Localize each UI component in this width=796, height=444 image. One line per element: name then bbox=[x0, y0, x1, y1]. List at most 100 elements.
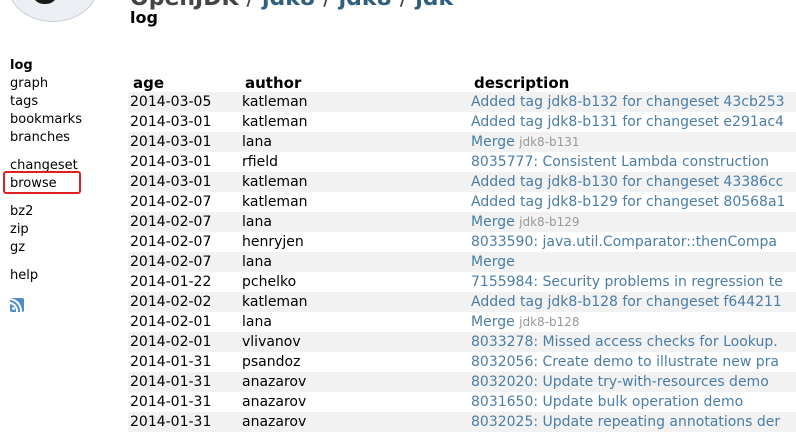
row-description-cell: 8032020: Update try-with-resources demo bbox=[469, 372, 796, 392]
column-header-author: author bbox=[245, 74, 302, 92]
row-description-cell: Added tag jdk8-b130 for changeset 43386c… bbox=[469, 172, 796, 192]
changeset-description-link[interactable]: Added tag jdk8-b131 for changeset e291ac… bbox=[471, 114, 784, 130]
rss-feed-icon[interactable] bbox=[10, 298, 24, 312]
row-author-cell: katleman bbox=[242, 194, 308, 210]
row-age-cell: 2014-02-01 bbox=[130, 314, 212, 330]
changeset-description-link[interactable]: 8035777: Consistent Lambda construction bbox=[471, 154, 769, 170]
row-author-cell: lana bbox=[240, 212, 469, 232]
row-author-cell: katleman bbox=[242, 114, 308, 130]
table-row: 2014-02-07 lana Merge jdk8-b129 bbox=[128, 212, 796, 232]
changeset-description-link[interactable]: 8032056: Create demo to illustrate new p… bbox=[471, 354, 779, 370]
changeset-description-link[interactable]: 8032025: Update repeating annotations de… bbox=[471, 414, 780, 430]
row-author-cell: anazarov bbox=[240, 412, 469, 432]
breadcrumb-link[interactable]: jdk8 bbox=[262, 0, 315, 11]
sidebar-item-graph[interactable]: graph bbox=[10, 76, 48, 92]
changeset-description-link[interactable]: Merge bbox=[471, 254, 515, 270]
changeset-description-link[interactable]: Added tag jdk8-b132 for changeset 43cb25… bbox=[471, 94, 785, 110]
changeset-description-link[interactable]: Merge bbox=[471, 314, 515, 330]
row-author-cell: psandoz bbox=[242, 354, 301, 370]
row-description-cell: 8033590: java.util.Comparator::thenCompa bbox=[469, 232, 796, 252]
table-row: 2014-03-01 lana Merge jdk8-b131 bbox=[128, 132, 796, 152]
row-age-cell: 2014-01-31 bbox=[130, 354, 212, 370]
changeset-description-link[interactable]: Added tag jdk8-b129 for changeset 80568a… bbox=[471, 194, 785, 210]
changeset-description-link[interactable]: 8031650: Update bulk operation demo bbox=[471, 394, 743, 410]
row-age-cell: 2014-03-01 bbox=[128, 132, 240, 152]
column-header-age: age bbox=[133, 74, 165, 92]
row-description-cell: Added tag jdk8-b131 for changeset e291ac… bbox=[469, 112, 796, 132]
table-row: 2014-03-05 katleman Added tag jdk8-b132 fo… bbox=[128, 92, 796, 112]
row-description-cell: Added tag jdk8-b132 for changeset 43cb25… bbox=[469, 92, 796, 112]
breadcrumb-separator: / bbox=[400, 0, 407, 11]
changelog-table: age author description 2014-03-05 katlema… bbox=[128, 74, 796, 432]
row-age-cell: 2014-02-01 bbox=[128, 332, 240, 352]
table-row: 2014-01-31 anazarov 8032020: Update try-wi… bbox=[128, 372, 796, 392]
row-age-cell: 2014-01-31 bbox=[130, 394, 212, 410]
sidebar-item-log[interactable]: log bbox=[10, 58, 33, 74]
column-header-description: description bbox=[474, 74, 570, 92]
table-header-row: age author description bbox=[128, 74, 796, 92]
row-age-cell: 2014-03-01 bbox=[130, 114, 212, 130]
sidebar-item-help[interactable]: help bbox=[10, 268, 38, 284]
row-author-cell: katleman bbox=[240, 172, 469, 192]
table-row: 2014-01-31 psandoz 8032056: Create demo to… bbox=[128, 352, 796, 372]
sidebar-item-zip[interactable]: zip bbox=[10, 222, 29, 238]
row-age-cell: 2014-03-01 bbox=[130, 154, 212, 170]
row-author-cell: rfield bbox=[242, 154, 278, 170]
row-author-cell: henryjen bbox=[242, 234, 304, 250]
breadcrumb: OpenJDK/jdk8/jdk8/jdk bbox=[130, 0, 453, 11]
row-description-cell: 7155984: Security problems in regression… bbox=[469, 272, 796, 292]
row-author-cell: lana bbox=[240, 132, 469, 152]
breadcrumb-link[interactable]: jdk8 bbox=[339, 0, 392, 11]
row-description-cell: 8032025: Update repeating annotations de… bbox=[469, 412, 796, 432]
row-author-cell: vlivanov bbox=[240, 332, 469, 352]
sidebar-item-branches[interactable]: branches bbox=[10, 130, 70, 146]
row-description-cell: 8035777: Consistent Lambda construction bbox=[469, 152, 796, 172]
table-row: 2014-03-01 katleman Added tag jdk8-b130 fo… bbox=[128, 172, 796, 192]
row-description-cell: Merge jdk8-b131 bbox=[469, 132, 796, 152]
table-row: 2014-02-01 vlivanov 8033278: Missed access… bbox=[128, 332, 796, 352]
row-description-cell: Added tag jdk8-b128 for changeset f64421… bbox=[469, 292, 796, 312]
row-age-cell: 2014-02-07 bbox=[130, 194, 212, 210]
logo-disc bbox=[8, 0, 98, 22]
row-description-cell: Added tag jdk8-b129 for changeset 80568a… bbox=[469, 192, 796, 212]
row-age-cell: 2014-03-01 bbox=[128, 172, 240, 192]
table-row: 2014-01-31 anazarov 8031650: Update bulk o… bbox=[128, 392, 796, 412]
changeset-description-link[interactable]: 8033278: Missed access checks for Lookup… bbox=[471, 334, 778, 350]
changeset-description-link[interactable]: 7155984: Security problems in regression… bbox=[471, 274, 783, 290]
openjdk-logo[interactable] bbox=[0, 0, 98, 24]
changeset-description-link[interactable]: Merge bbox=[471, 134, 515, 150]
row-author-cell: lana bbox=[240, 252, 469, 272]
changeset-description-link[interactable]: Added tag jdk8-b130 for changeset 43386c… bbox=[471, 174, 783, 190]
browse-highlight bbox=[3, 171, 81, 194]
row-age-cell: 2014-02-07 bbox=[128, 252, 240, 272]
row-author-cell: anazarov bbox=[240, 372, 469, 392]
table-row: 2014-03-01 rfield 8035777: Consistent Lamb… bbox=[128, 152, 796, 172]
table-row: 2014-03-01 katleman Added tag jdk8-b131 fo… bbox=[128, 112, 796, 132]
row-author-cell: anazarov bbox=[242, 394, 307, 410]
changeset-description-link[interactable]: Added tag jdk8-b128 for changeset f64421… bbox=[471, 294, 782, 310]
changeset-tag-label: jdk8-b128 bbox=[519, 315, 580, 329]
sidebar-item-gz[interactable]: gz bbox=[10, 240, 25, 256]
breadcrumb-separator: / bbox=[323, 0, 330, 11]
changeset-tag-label: jdk8-b131 bbox=[519, 135, 580, 149]
row-description-cell: Merge bbox=[469, 252, 796, 272]
table-row: 2014-02-07 lana Merge bbox=[128, 252, 796, 272]
row-author-cell: lana bbox=[242, 314, 272, 330]
table-row: 2014-02-07 katleman Added tag jdk8-b129 fo… bbox=[128, 192, 796, 212]
breadcrumb-link[interactable]: jdk bbox=[415, 0, 453, 11]
sidebar-item-bz2[interactable]: bz2 bbox=[10, 204, 33, 220]
table-row: 2014-02-07 henryjen 8033590: java.util.Com… bbox=[128, 232, 796, 252]
sidebar-item-tags[interactable]: tags bbox=[10, 94, 38, 110]
row-author-cell: katleman bbox=[240, 92, 469, 112]
row-age-cell: 2014-02-07 bbox=[130, 234, 212, 250]
breadcrumb-separator: / bbox=[247, 0, 254, 11]
sidebar-item-bookmarks[interactable]: bookmarks bbox=[10, 112, 82, 128]
row-age-cell: 2014-01-31 bbox=[128, 412, 240, 432]
row-age-cell: 2014-02-07 bbox=[128, 212, 240, 232]
changeset-description-link[interactable]: Merge bbox=[471, 214, 515, 230]
row-description-cell: Merge jdk8-b129 bbox=[469, 212, 796, 232]
changeset-description-link[interactable]: 8032020: Update try-with-resources demo bbox=[471, 374, 769, 390]
changeset-description-link[interactable]: 8033590: java.util.Comparator::thenCompa bbox=[471, 234, 777, 250]
row-age-cell: 2014-01-22 bbox=[130, 274, 212, 290]
table-row: 2014-02-02 katleman Added tag jdk8-b128 fo… bbox=[128, 292, 796, 312]
